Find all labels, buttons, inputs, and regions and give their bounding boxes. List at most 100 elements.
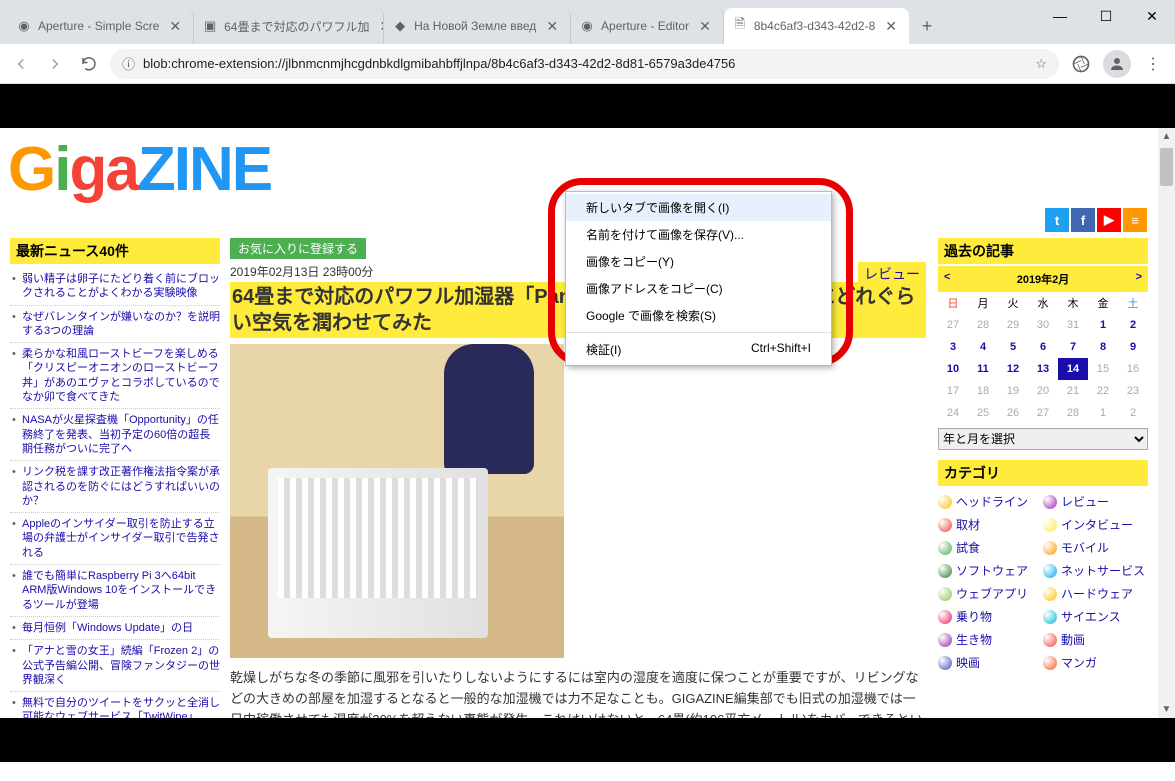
aperture-extension-icon[interactable]: [1067, 50, 1095, 78]
category-link[interactable]: ソフトウェア: [956, 562, 1028, 579]
close-button[interactable]: ✕: [1129, 0, 1175, 32]
category-link[interactable]: 試食: [956, 539, 980, 556]
tab-2[interactable]: ◆На Новой Земле введ✕: [384, 8, 571, 44]
category-link[interactable]: ヘッドライン: [956, 493, 1028, 510]
cal-day[interactable]: 6: [1028, 336, 1058, 358]
tab-3[interactable]: ◉ Aperture - Editor ✕: [571, 8, 724, 44]
cal-day[interactable]: 14: [1058, 358, 1088, 380]
news-link[interactable]: 無料で自分のツイートをサクッと全消し可能なウェブサービス「TwitWipe」: [22, 697, 220, 718]
news-link[interactable]: リンク税を課す改正著作権法指令案が承認されるのを防ぐにはどうすればいいのか？: [22, 466, 220, 507]
cal-next-button[interactable]: >: [1136, 271, 1142, 283]
category-dot-icon: [1043, 495, 1057, 509]
category-link[interactable]: ウェブアプリ: [956, 585, 1028, 602]
youtube-icon[interactable]: ▶: [1097, 208, 1121, 232]
tab-0[interactable]: ◉Aperture - Simple Scre✕: [8, 8, 194, 44]
ctx-menu-item[interactable]: 新しいタブで画像を開く(I): [566, 194, 831, 221]
close-icon[interactable]: ✕: [542, 18, 562, 35]
cal-day: 2: [1118, 402, 1148, 424]
favicon: ◉: [16, 18, 32, 34]
twitter-icon[interactable]: t: [1045, 208, 1069, 232]
bottom-black-bar: [0, 718, 1175, 762]
year-month-select[interactable]: 年と月を選択: [938, 428, 1148, 450]
close-icon[interactable]: ✕: [165, 18, 185, 35]
info-icon[interactable]: ⓘ: [122, 54, 135, 73]
news-link[interactable]: 弱い精子は卵子にたどり着く前にブロックされることがよくわかる実験映像: [22, 273, 220, 299]
forward-button[interactable]: [42, 51, 68, 77]
maximize-button[interactable]: ☐: [1083, 0, 1129, 32]
ctx-menu-item[interactable]: 画像をコピー(Y): [566, 248, 831, 275]
favicon: ◆: [392, 18, 408, 34]
bookmark-star-icon[interactable]: ☆: [1035, 56, 1047, 72]
past-articles-header: 過去の記事: [938, 238, 1148, 264]
rss-icon[interactable]: ≡: [1123, 208, 1147, 232]
article-image[interactable]: [230, 344, 564, 658]
news-link[interactable]: 誰でも簡単にRaspberry Pi 3へ64bit ARM版Windows 1…: [22, 570, 216, 611]
category-link[interactable]: 乗り物: [956, 608, 992, 625]
category-link[interactable]: 映画: [956, 654, 980, 671]
close-icon[interactable]: ✕: [881, 18, 901, 35]
category-link[interactable]: サイエンス: [1061, 608, 1121, 625]
cal-day[interactable]: 10: [938, 358, 968, 380]
minimize-button[interactable]: —: [1037, 0, 1083, 32]
close-icon[interactable]: ✕: [695, 18, 715, 35]
cal-day[interactable]: 13: [1028, 358, 1058, 380]
back-button[interactable]: [8, 51, 34, 77]
category-dot-icon: [938, 587, 952, 601]
category-dot-icon: [938, 656, 952, 670]
ctx-menu-item[interactable]: 名前を付けて画像を保存(V)...: [566, 221, 831, 248]
category-link[interactable]: レビュー: [1061, 493, 1109, 510]
cal-day[interactable]: 1: [1088, 314, 1118, 336]
category-link[interactable]: モバイル: [1061, 539, 1109, 556]
favicon: ◉: [579, 18, 595, 34]
top-black-bar: [0, 84, 1175, 128]
scroll-up-arrow[interactable]: ▲: [1158, 128, 1175, 145]
cal-day[interactable]: 12: [998, 358, 1028, 380]
address-bar[interactable]: ⓘ blob:chrome-extension://jlbnmcnmjhcgdn…: [110, 49, 1059, 79]
tab-1[interactable]: ▣64畳まで対応のパワフル加✕: [194, 8, 384, 44]
news-link[interactable]: なぜバレンタインが嫌いなのか？を説明する3つの理論: [22, 311, 220, 337]
close-icon[interactable]: ✕: [375, 18, 384, 35]
tab-4[interactable]: 🗎 8b4c6af3-d343-42d2-8 ✕: [724, 8, 909, 44]
category-dot-icon: [938, 610, 952, 624]
category-dot-icon: [938, 495, 952, 509]
ctx-menu-item[interactable]: Google で画像を検索(S): [566, 302, 831, 329]
cal-day[interactable]: 5: [998, 336, 1028, 358]
new-tab-button[interactable]: +: [913, 12, 941, 40]
tab-title: 8b4c6af3-d343-42d2-8: [754, 19, 875, 33]
ctx-menu-item[interactable]: 画像アドレスをコピー(C): [566, 275, 831, 302]
scroll-thumb[interactable]: [1160, 148, 1173, 186]
facebook-icon[interactable]: f: [1071, 208, 1095, 232]
news-link[interactable]: NASAが火星探査機「Opportunity」の任務終了を発表、当初予定の60倍…: [22, 414, 219, 455]
reload-button[interactable]: [76, 51, 102, 77]
cal-day[interactable]: 11: [968, 358, 998, 380]
scroll-down-arrow[interactable]: ▼: [1158, 701, 1175, 718]
profile-button[interactable]: [1103, 50, 1131, 78]
category-dot-icon: [938, 633, 952, 647]
news-link[interactable]: 柔らかな和風ローストビーフを楽しめる「クリスピーオニオンのローストビーフ丼」があ…: [22, 348, 220, 403]
gigazine-logo[interactable]: GigaZINE: [8, 134, 338, 205]
ctx-inspect[interactable]: 検証(I)Ctrl+Shift+I: [566, 336, 831, 363]
category-link[interactable]: マンガ: [1061, 654, 1097, 671]
vertical-scrollbar[interactable]: ▲ ▼: [1158, 128, 1175, 718]
news-link[interactable]: 毎月恒例「Windows Update」の日: [22, 622, 193, 634]
category-link[interactable]: 生き物: [956, 631, 992, 648]
cal-day[interactable]: 9: [1118, 336, 1148, 358]
category-link[interactable]: 動画: [1061, 631, 1085, 648]
chrome-menu-button[interactable]: ⋮: [1139, 54, 1167, 74]
cal-day[interactable]: 7: [1058, 336, 1088, 358]
cal-prev-button[interactable]: <: [944, 271, 950, 283]
cal-day[interactable]: 8: [1088, 336, 1118, 358]
category-link[interactable]: 取材: [956, 516, 980, 533]
cal-day[interactable]: 2: [1118, 314, 1148, 336]
favorite-button[interactable]: お気に入りに登録する: [230, 238, 366, 259]
category-link[interactable]: ハードウェア: [1061, 585, 1133, 602]
tab-title: Aperture - Editor: [601, 19, 689, 33]
document-icon: 🗎: [732, 18, 748, 34]
category-link[interactable]: ネットサービス: [1061, 562, 1145, 579]
category-link[interactable]: インタビュー: [1061, 516, 1133, 533]
cal-day[interactable]: 3: [938, 336, 968, 358]
news-link[interactable]: Appleのインサイダー取引を防止する立場の弁護士がインサイダー取引で告発される: [22, 518, 220, 559]
news-link[interactable]: 「アナと雪の女王」続編「Frozen 2」の公式予告編公開、冒険ファンタジーの世…: [22, 645, 220, 686]
cal-day[interactable]: 4: [968, 336, 998, 358]
review-category-link[interactable]: レビュー: [858, 262, 926, 286]
